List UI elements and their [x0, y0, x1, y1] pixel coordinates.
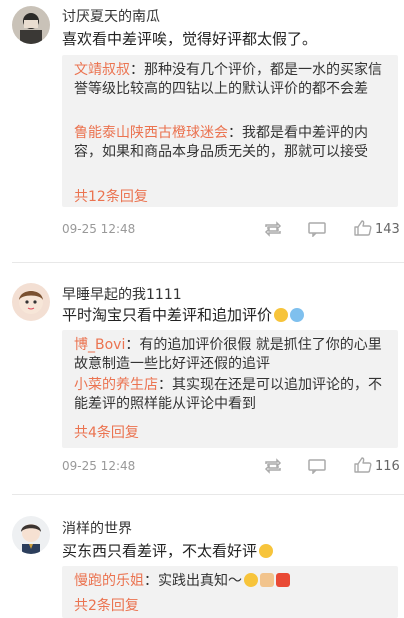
reply-box: 文靖叔叔：那种没有几个评价，都是一水的买家信誉等级比较高的四钻以上的默认评价的都… — [62, 55, 398, 207]
reply-item: 慢跑的乐姐：实践出真知～ — [74, 572, 392, 591]
comment-1: 讨厌夏天的南瓜 喜欢看中差评唉，觉得好评都太假了。 文靖叔叔：那种没有几个评价，… — [0, 0, 404, 248]
more-replies-link[interactable]: 共2条回复 — [74, 595, 139, 615]
comment-icon[interactable] — [306, 221, 328, 237]
reply-box: 博_Bovi：有的追加评价很假 就是抓住了你的心里 故意制造一些比好评还假的追评… — [62, 330, 398, 448]
reply-user[interactable]: 博_Bovi — [74, 337, 125, 353]
reply-user[interactable]: 文靖叔叔 — [74, 62, 130, 78]
username[interactable]: 消样的世界 — [62, 518, 132, 538]
like-count: 143 — [375, 222, 400, 237]
reply-item: 博_Bovi：有的追加评价很假 就是抓住了你的心里 故意制造一些比好评还假的追评 — [74, 336, 392, 374]
comment-text: 买东西只看差评，不太看好评 — [62, 540, 274, 561]
comment-text: 喜欢看中差评唉，觉得好评都太假了。 — [62, 30, 318, 48]
thumbs-up-icon[interactable] — [352, 457, 374, 473]
reply-item: 文靖叔叔：那种没有几个评价，都是一水的买家信誉等级比较高的四钻以上的默认评价的都… — [74, 61, 392, 99]
username[interactable]: 讨厌夏天的南瓜 — [62, 6, 160, 26]
comment-text: 平时淘宝只看中差评和追加评价 — [62, 304, 305, 325]
badge-emoji-icon — [276, 573, 290, 587]
reply-user[interactable]: 慢跑的乐姐 — [74, 573, 144, 589]
avatar[interactable] — [12, 6, 50, 44]
more-replies-link[interactable]: 共4条回复 — [74, 422, 139, 442]
laughing-emoji-icon — [274, 308, 289, 322]
repost-icon[interactable] — [262, 221, 284, 237]
timestamp: 09-25 12:48 — [62, 222, 136, 236]
more-replies-link[interactable]: 共12条回复 — [74, 186, 148, 206]
thumbs-emoji-icon — [260, 573, 274, 587]
avatar[interactable] — [12, 283, 50, 321]
thumbs-up-icon[interactable] — [352, 220, 374, 236]
crying-emoji-icon — [290, 308, 305, 322]
like-count: 116 — [375, 459, 400, 474]
reply-user[interactable]: 鲁能泰山陕西古橙球迷会 — [74, 125, 228, 141]
repost-icon[interactable] — [262, 458, 284, 474]
divider — [12, 262, 404, 263]
avatar[interactable] — [12, 516, 50, 554]
username[interactable]: 早睡早起的我1111 — [62, 284, 182, 304]
comment-text-body: 买东西只看差评，不太看好评 — [62, 542, 258, 560]
reply-box: 慢跑的乐姐：实践出真知～ 共2条回复 — [62, 566, 398, 618]
laughing-emoji-icon — [244, 573, 258, 587]
reply-text: ：实践出真知～ — [144, 573, 242, 589]
comment-icon[interactable] — [306, 458, 328, 474]
comment-text-body: 平时淘宝只看中差评和追加评价 — [62, 306, 273, 324]
divider — [12, 494, 404, 495]
surprised-emoji-icon — [259, 544, 274, 558]
reply-user[interactable]: 小菜的养生店 — [74, 377, 158, 393]
reply-item: 鲁能泰山陕西古橙球迷会：我都是看中差评的内容，如果和商品本身品质无关的，那就可以… — [74, 124, 392, 162]
timestamp: 09-25 12:48 — [62, 459, 136, 473]
reply-item: 小菜的养生店：其实现在还是可以追加评论的，不能差评的照样能从评论中看到 — [74, 376, 392, 414]
